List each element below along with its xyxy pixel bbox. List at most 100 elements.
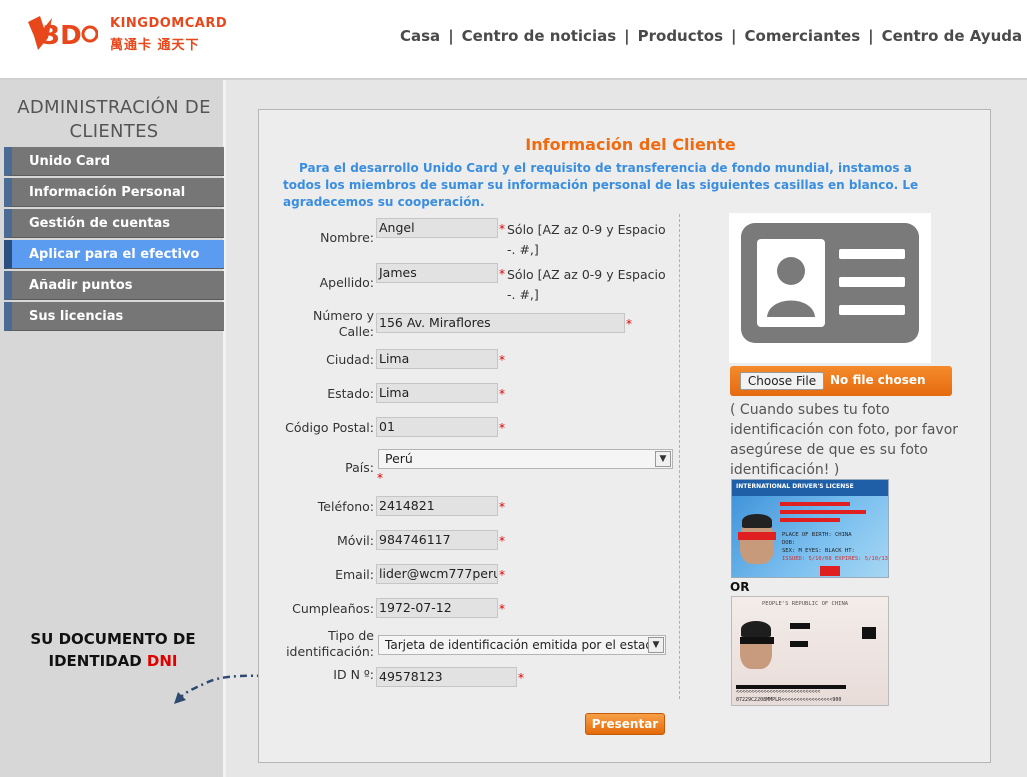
postal-label: Código Postal: [285, 420, 374, 435]
sidebar-item-unido-card[interactable]: Unido Card [4, 147, 224, 176]
dni-annotation-line1: SU DOCUMENTO DE [30, 630, 196, 648]
email-input[interactable]: lider@wcm777peru.o [376, 564, 498, 584]
tipo-id-selected-value: Tarjeta de identificación emitida por el… [385, 638, 661, 652]
main-nav: Casa | Centro de noticias | Productos | Comerc… [400, 27, 1022, 45]
license-line-3: SEX: M EYES: BLACK HT: [782, 548, 855, 554]
site-header: 3D KINGDOMCARD 萬通卡 通天下 Casa | Centro de no… [0, 0, 1027, 78]
pais-label: País: [345, 460, 374, 475]
nav-casa[interactable]: Casa [400, 27, 440, 45]
nav-separator: | [868, 27, 874, 45]
sidebar-menu: Unido Card Información Personal Gestión … [4, 147, 224, 333]
brand-name-cn: 萬通卡 通天下 [110, 38, 200, 53]
calle-required: * [626, 317, 632, 331]
pais-selected-value: Perú [385, 451, 413, 466]
license-line-4: ISSUED: 5/10/08 EXPIRES: 5/10/13 [782, 556, 888, 562]
estado-input[interactable]: Lima [376, 383, 498, 403]
tipo-id-label: Tipo de identificación: [286, 628, 374, 659]
nav-separator: | [448, 27, 454, 45]
sidebar-item-informacion-personal[interactable]: Información Personal [4, 178, 224, 207]
estado-required: * [499, 387, 505, 401]
redaction-bar [790, 641, 808, 647]
calle-label: Número y Calle: [312, 308, 374, 339]
id-no-required: * [518, 671, 524, 685]
estado-label: Estado: [327, 386, 374, 401]
ciudad-required: * [499, 353, 505, 367]
tipo-id-select[interactable]: Tarjeta de identificación emitida por el… [378, 635, 666, 655]
nav-separator: | [731, 27, 737, 45]
apellido-label: Apellido: [319, 275, 374, 290]
form-title: Información del Cliente [525, 135, 736, 154]
sidebar-item-gestion-cuentas[interactable]: Gestión de cuentas [4, 209, 224, 238]
kingdomcard-logo[interactable]: 3D [24, 14, 98, 54]
or-label: OR [730, 580, 750, 594]
brand-name-en: KINGDOMCARD [110, 16, 228, 31]
brand: KINGDOMCARD 萬通卡 通天下 [110, 16, 227, 53]
license-title: INTERNATIONAL DRIVER'S LICENSE [736, 483, 854, 490]
movil-input[interactable]: 984746117 [376, 530, 498, 550]
sidebar-item-anadir-puntos[interactable]: Añadir puntos [4, 271, 224, 300]
photo-note: ( Cuando subes tu foto identificación co… [730, 402, 959, 478]
redaction-bar [862, 627, 876, 639]
ciudad-input[interactable]: Lima [376, 349, 498, 369]
redaction-bar [780, 518, 840, 522]
license-line-1: PLACE OF BIRTH: CHINA [782, 532, 852, 538]
pais-select[interactable]: Perú ▼ [378, 449, 673, 469]
redaction-bar [790, 623, 810, 629]
sidebar-item-aplicar-efectivo[interactable]: Aplicar para el efectivo [4, 240, 224, 269]
telefono-required: * [499, 500, 505, 514]
id-photo-placeholder [729, 213, 931, 363]
cumpleanos-required: * [499, 602, 505, 616]
id-no-label: ID N º: [333, 667, 374, 682]
passport-title: PEOPLE'S REPUBLIC OF CHINA [762, 601, 849, 607]
file-status: No file chosen [830, 373, 926, 387]
id-card-icon [741, 223, 919, 343]
nav-productos[interactable]: Productos [638, 27, 723, 45]
redaction-bar [780, 502, 850, 506]
postal-input[interactable]: 01 [376, 417, 498, 437]
apellido-input[interactable]: James [376, 263, 498, 283]
telefono-label: Teléfono: [317, 499, 374, 514]
license-line-2: DOB: [782, 540, 796, 546]
telefono-input[interactable]: 2414821 [376, 496, 498, 516]
id-no-input[interactable]: 49578123 [376, 667, 517, 687]
nombre-hint: Sólo [AZ az 0-9 y Espacio -. #,] [507, 222, 666, 257]
presentar-button[interactable]: Presentar [585, 713, 665, 735]
dni-annotation-prefix: IDENTIDAD [48, 652, 142, 670]
eye-redaction-bar [740, 637, 774, 644]
passport-mrz-1: <<<<<<<<<<<<<<<<<<<<<<<<<<<< [736, 689, 821, 695]
nav-separator: | [624, 27, 630, 45]
passport-photo-hair [741, 621, 771, 637]
passport-mrz-2: 07229C2208MMPLR<<<<<<<<<<<<<<<<<900 [736, 697, 842, 703]
movil-required: * [499, 534, 505, 548]
postal-required: * [499, 421, 505, 435]
license-photo-hair [742, 514, 772, 528]
cumpleanos-input[interactable]: 1972-07-12 [376, 598, 498, 618]
file-upload: Choose File No file chosen [730, 366, 952, 396]
passport-sample: PEOPLE'S REPUBLIC OF CHINA <<<<<<<<<<<<<… [731, 596, 889, 706]
pais-required: * [377, 471, 383, 485]
form-intro: Para el desarrollo Unido Card y el requi… [283, 161, 919, 209]
nombre-input[interactable]: Angel [376, 218, 498, 238]
email-required: * [499, 568, 505, 582]
redaction-bar [780, 510, 866, 514]
nombre-label: Nombre: [320, 230, 374, 245]
column-divider [679, 214, 680, 699]
email-label: Email: [335, 567, 374, 582]
chevron-down-icon: ▼ [655, 451, 671, 467]
nav-centro-noticias[interactable]: Centro de noticias [462, 27, 616, 45]
ciudad-label: Ciudad: [326, 352, 374, 367]
nav-centro-ayuda[interactable]: Centro de Ayuda [882, 27, 1022, 45]
calle-input[interactable]: 156 Av. Miraflores [376, 313, 625, 333]
page: 3D KINGDOMCARD 萬通卡 通天下 Casa | Centro de no… [0, 0, 1027, 777]
nav-comerciantes[interactable]: Comerciantes [745, 27, 861, 45]
movil-label: Móvil: [337, 533, 374, 548]
customer-info-panel: Información del Cliente Para el desarrol… [258, 109, 991, 763]
chevron-down-icon: ▼ [648, 637, 664, 653]
driver-license-sample: INTERNATIONAL DRIVER'S LICENSE PLACE OF … [731, 479, 889, 578]
apellido-required: * [499, 267, 505, 281]
redaction-bar [820, 566, 840, 576]
nombre-required: * [499, 222, 505, 236]
choose-file-button[interactable]: Choose File [740, 372, 824, 390]
apellido-hint: Sólo [AZ az 0-9 y Espacio -. #,] [507, 267, 666, 302]
sidebar-item-sus-licencias[interactable]: Sus licencias [4, 302, 224, 331]
